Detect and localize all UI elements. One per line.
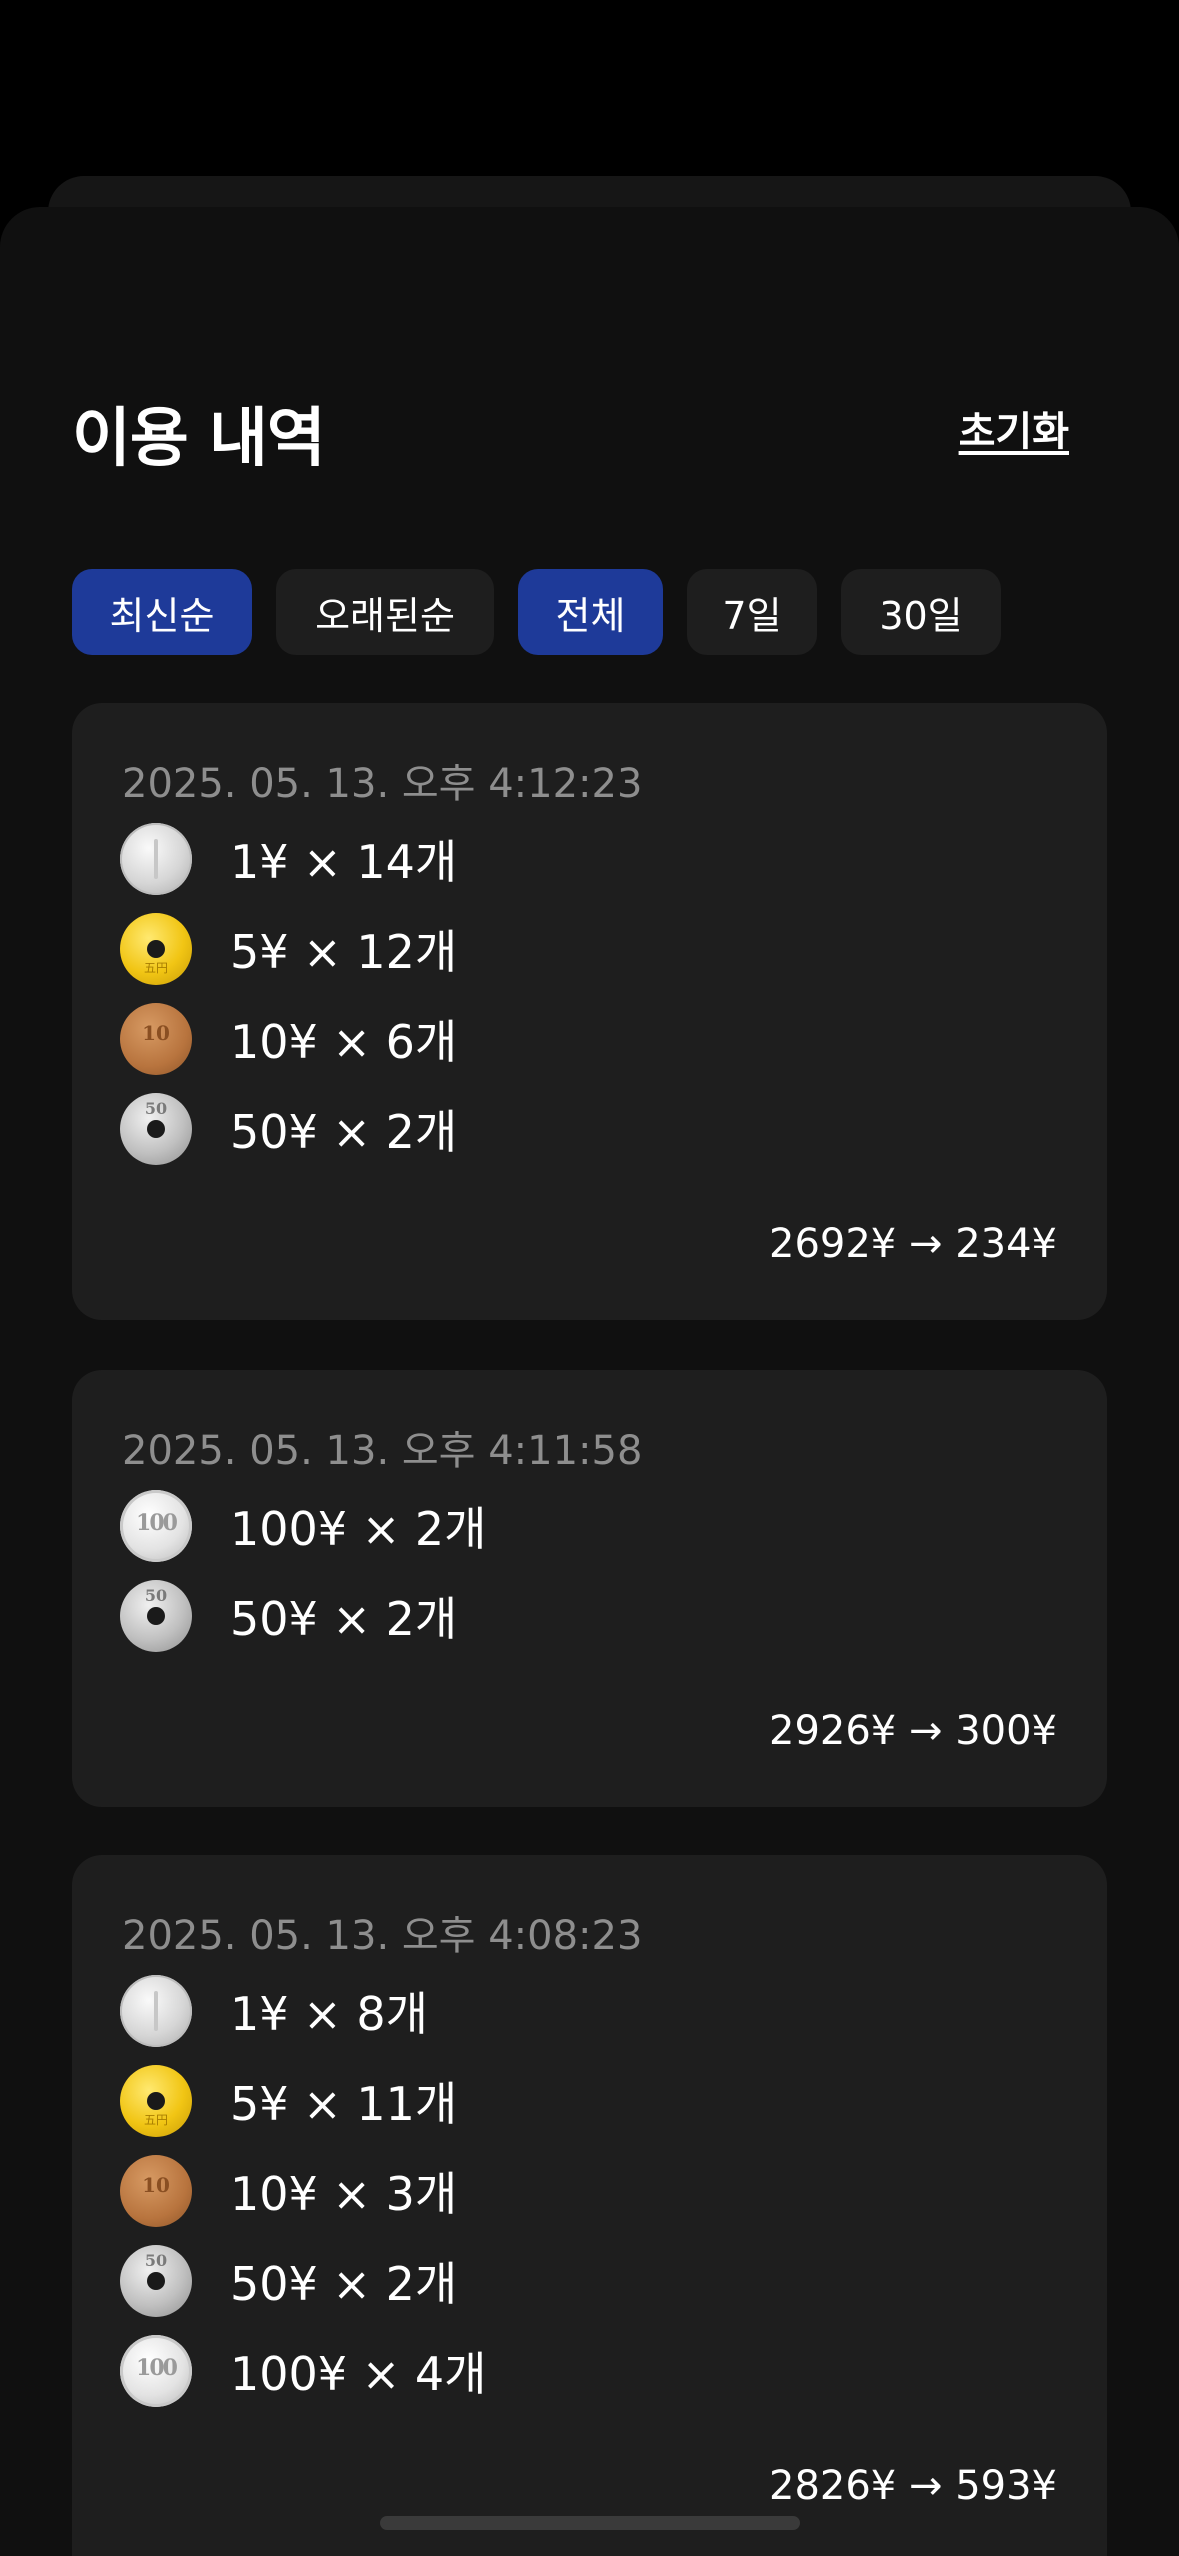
coin-50yen-icon: 50 bbox=[120, 1580, 192, 1652]
coin-row: 1¥ × 14개 bbox=[120, 823, 457, 895]
coin-count-label: 10¥ × 6개 bbox=[230, 1015, 458, 1069]
coin-row: 五円 5¥ × 12개 bbox=[120, 913, 457, 985]
history-record-card[interactable]: 2025. 05. 13. 오후 4:08:23 1¥ × 8개 五円 5¥ ×… bbox=[72, 1855, 1107, 2556]
coin-row: 五円 5¥ × 11개 bbox=[120, 2065, 457, 2137]
history-record-card[interactable]: 2025. 05. 13. 오후 4:11:58 100 100¥ × 2개 5… bbox=[72, 1370, 1107, 1807]
coin-5yen-icon: 五円 bbox=[120, 2065, 192, 2137]
record-total: 2926¥ → 300¥ bbox=[769, 1708, 1057, 1754]
home-indicator[interactable] bbox=[380, 2516, 800, 2530]
coin-count-label: 50¥ × 2개 bbox=[230, 1105, 458, 1159]
sort-oldest-chip[interactable]: 오래된순 bbox=[276, 569, 494, 655]
coin-row: 50 50¥ × 2개 bbox=[120, 1580, 457, 1652]
coin-50yen-icon: 50 bbox=[120, 1093, 192, 1165]
coin-50yen-icon: 50 bbox=[120, 2245, 192, 2317]
coin-count-label: 10¥ × 3개 bbox=[230, 2167, 458, 2221]
coin-row: 50 50¥ × 2개 bbox=[120, 2245, 457, 2317]
coin-count-label: 1¥ × 14개 bbox=[230, 835, 458, 889]
record-total: 2692¥ → 234¥ bbox=[769, 1221, 1057, 1267]
range-7days-chip[interactable]: 7일 bbox=[687, 569, 817, 655]
coin-row: 50 50¥ × 2개 bbox=[120, 1093, 457, 1165]
coin-count-label: 5¥ × 11개 bbox=[230, 2077, 458, 2131]
coin-count-label: 1¥ × 8개 bbox=[230, 1987, 428, 2041]
sort-newest-chip[interactable]: 최신순 bbox=[72, 569, 252, 655]
coin-count-label: 100¥ × 4개 bbox=[230, 2347, 487, 2401]
coin-count-label: 50¥ × 2개 bbox=[230, 1592, 458, 1646]
filter-chips: 최신순 오래된순 전체 7일 30일 bbox=[72, 569, 1001, 655]
record-date: 2025. 05. 13. 오후 4:11:58 bbox=[122, 1428, 643, 1474]
coin-count-label: 100¥ × 2개 bbox=[230, 1502, 487, 1556]
history-sheet: 이용 내역 초기화 최신순 오래된순 전체 7일 30일 2025. 05. 1… bbox=[0, 207, 1179, 2556]
coin-100yen-icon: 100 bbox=[120, 2335, 192, 2407]
record-date: 2025. 05. 13. 오후 4:12:23 bbox=[122, 761, 643, 807]
coin-count-label: 5¥ × 12개 bbox=[230, 925, 458, 979]
record-total: 2826¥ → 593¥ bbox=[769, 2463, 1057, 2509]
page-title: 이용 내역 bbox=[72, 402, 326, 476]
range-30days-chip[interactable]: 30일 bbox=[841, 569, 1001, 655]
coin-row: 100 100¥ × 4개 bbox=[120, 2335, 486, 2407]
coin-row: 10 10¥ × 6개 bbox=[120, 1003, 457, 1075]
reset-button[interactable]: 초기화 bbox=[959, 399, 1069, 457]
coin-1yen-icon bbox=[120, 1975, 192, 2047]
record-date: 2025. 05. 13. 오후 4:08:23 bbox=[122, 1913, 643, 1959]
range-all-chip[interactable]: 전체 bbox=[518, 569, 663, 655]
coin-count-label: 50¥ × 2개 bbox=[230, 2257, 458, 2311]
coin-row: 10 10¥ × 3개 bbox=[120, 2155, 457, 2227]
coin-1yen-icon bbox=[120, 823, 192, 895]
coin-10yen-icon: 10 bbox=[120, 2155, 192, 2227]
coin-5yen-icon: 五円 bbox=[120, 913, 192, 985]
coin-row: 100 100¥ × 2개 bbox=[120, 1490, 486, 1562]
history-record-card[interactable]: 2025. 05. 13. 오후 4:12:23 1¥ × 14개 五円 5¥ … bbox=[72, 703, 1107, 1320]
coin-100yen-icon: 100 bbox=[120, 1490, 192, 1562]
coin-10yen-icon: 10 bbox=[120, 1003, 192, 1075]
coin-row: 1¥ × 8개 bbox=[120, 1975, 428, 2047]
